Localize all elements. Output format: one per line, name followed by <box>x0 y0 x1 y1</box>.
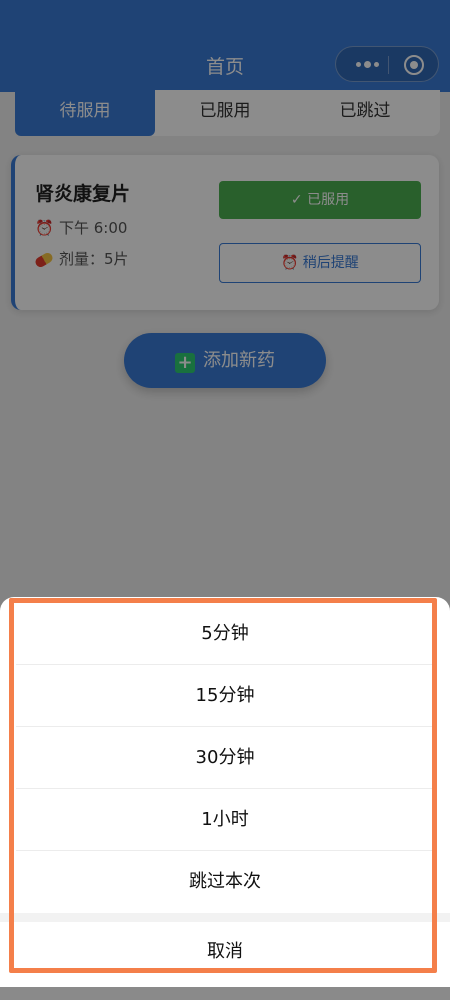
skip-this-time-option[interactable]: 跳过本次 <box>16 851 434 913</box>
sheet-divider <box>0 913 450 922</box>
snooze-option-15min[interactable]: 15分钟 <box>16 665 434 727</box>
app-page: 首页 待服用 已服用 已跳过 肾炎康复片 ⏰ 下午 6:00 剂量：5片 ✓ 已服… <box>0 0 450 1000</box>
snooze-option-1hour[interactable]: 1小时 <box>16 789 434 851</box>
snooze-action-sheet: 5分钟 15分钟 30分钟 1小时 跳过本次 取消 <box>0 597 450 987</box>
snooze-option-5min[interactable]: 5分钟 <box>16 603 434 665</box>
cancel-button[interactable]: 取消 <box>16 922 434 982</box>
snooze-option-30min[interactable]: 30分钟 <box>16 727 434 789</box>
bottom-bar <box>0 987 450 1000</box>
